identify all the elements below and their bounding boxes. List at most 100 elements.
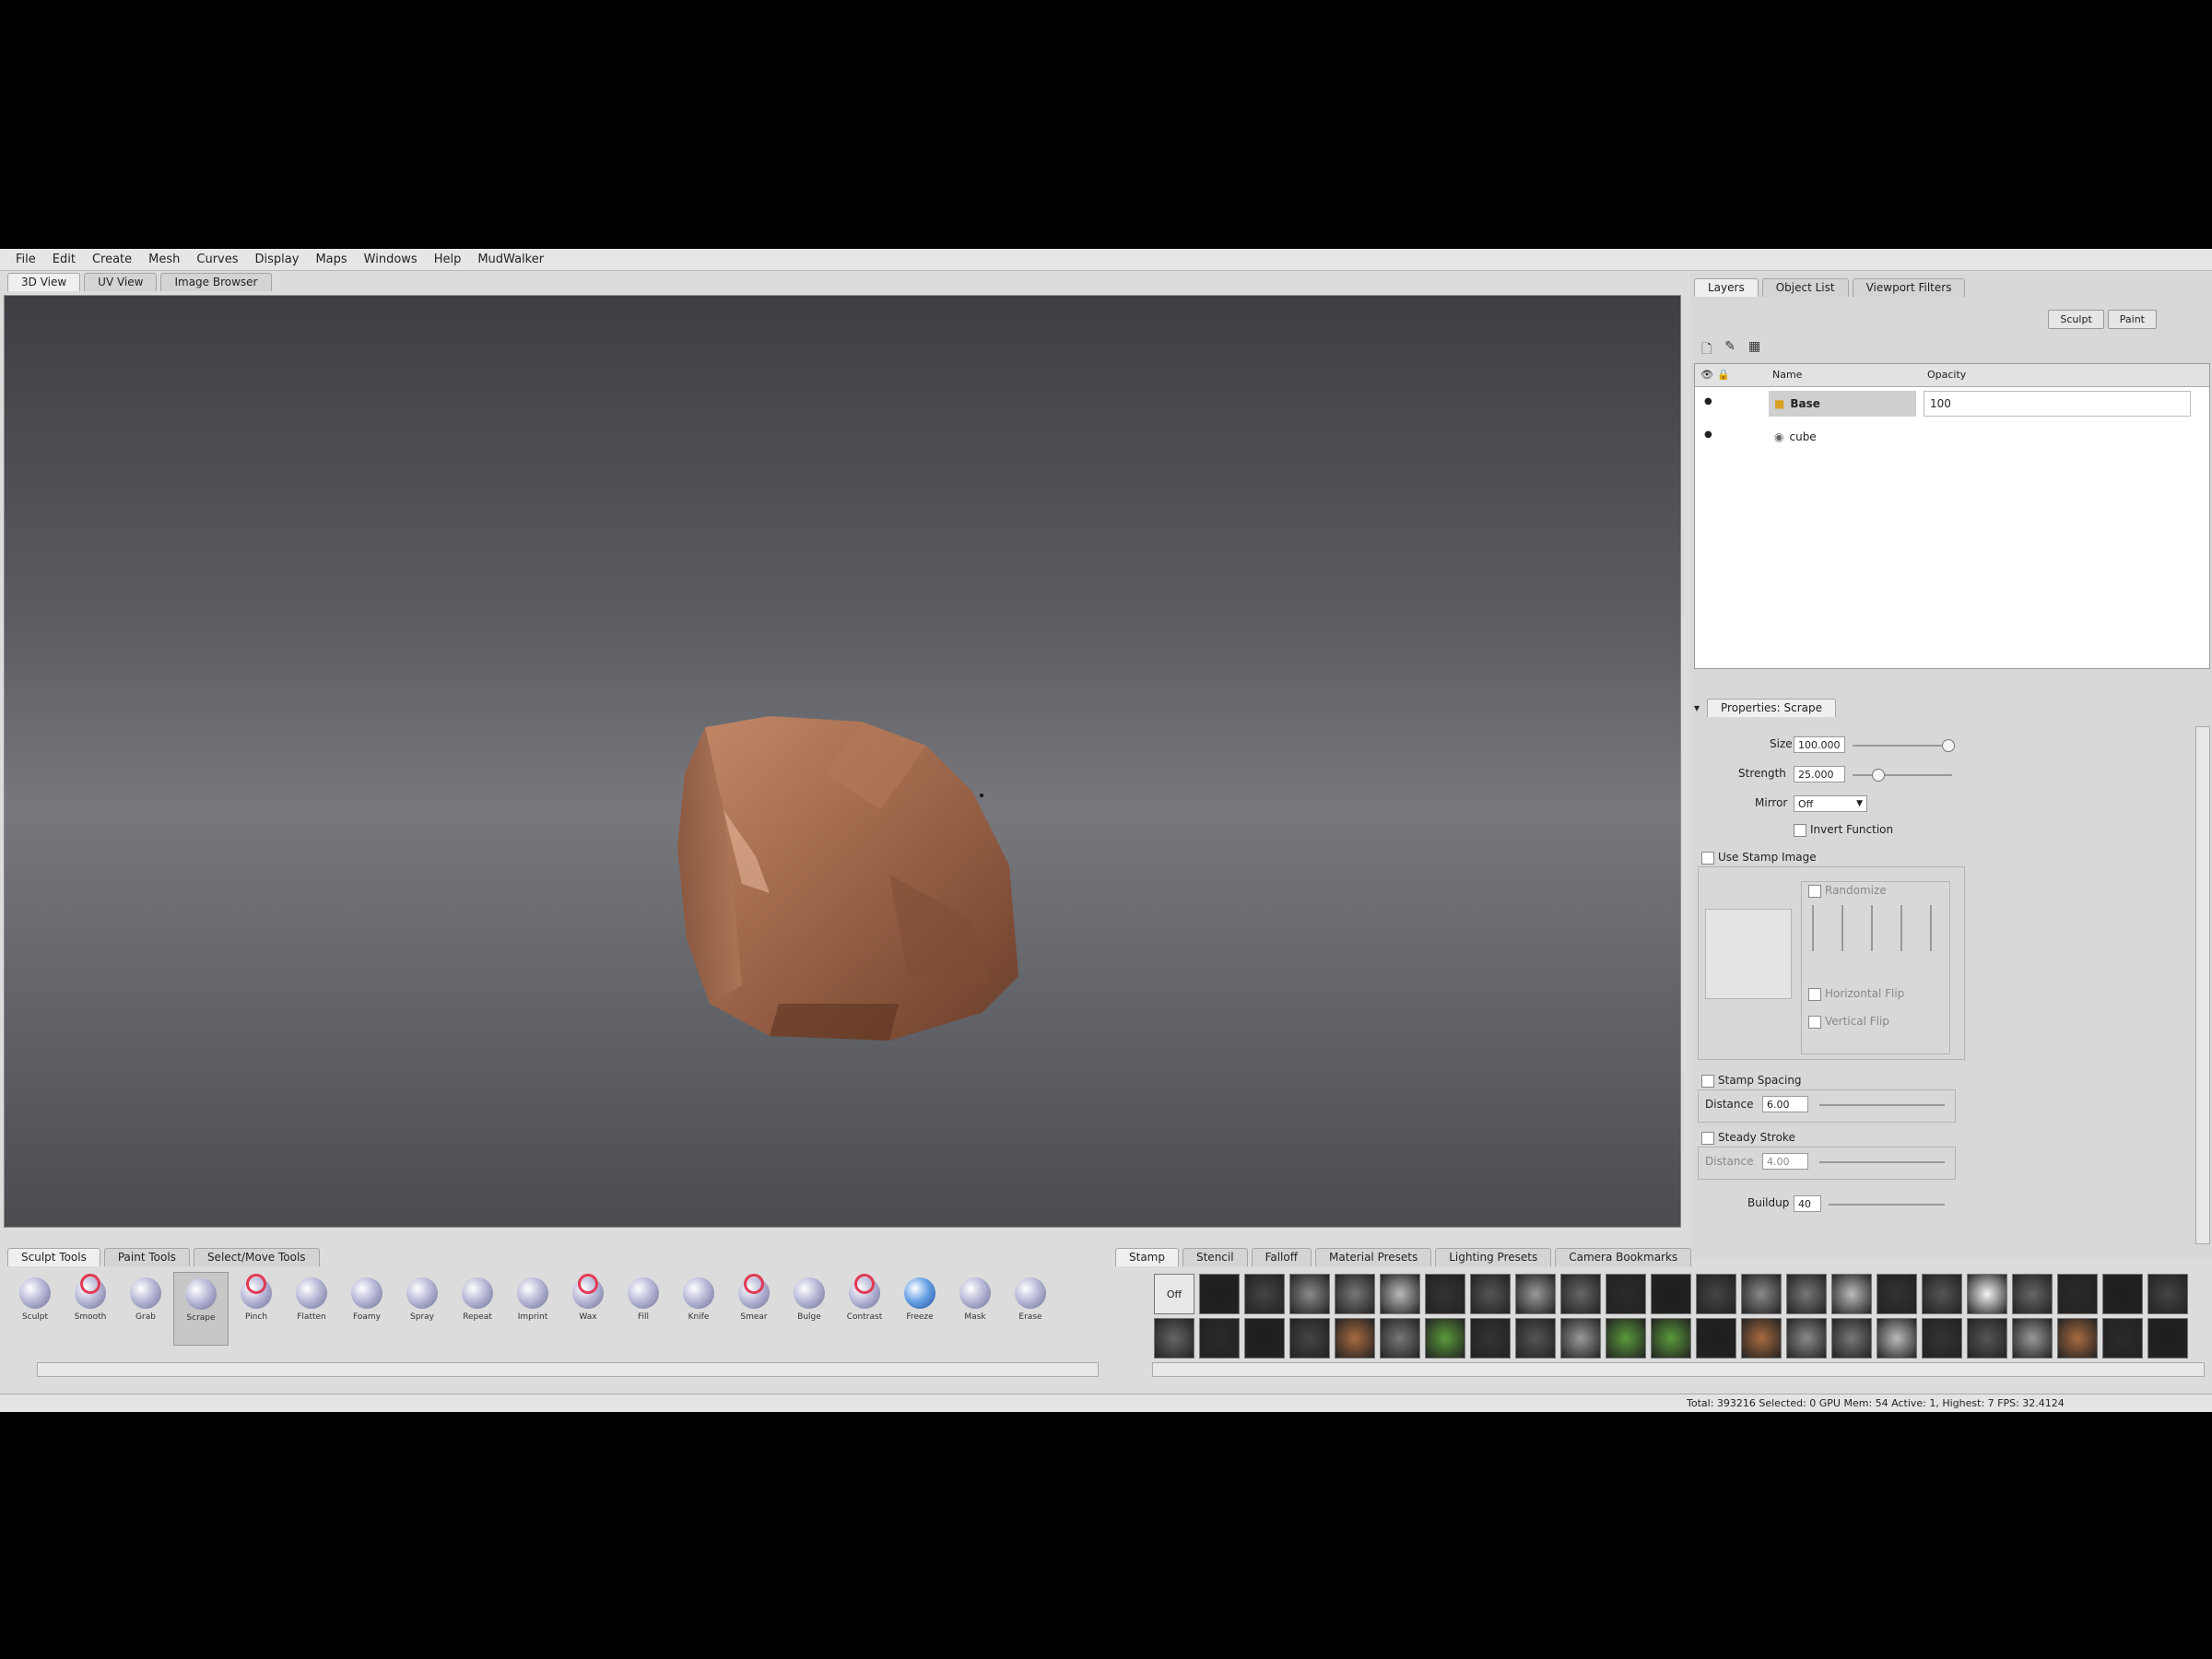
stamp-thumbnail[interactable] [1831, 1318, 1872, 1359]
stamp-thumbnail[interactable] [1244, 1318, 1285, 1359]
stamp-thumbnail[interactable] [2012, 1318, 2053, 1359]
stamp-tray-scrollbar[interactable] [1152, 1362, 2205, 1377]
tab-stamp[interactable]: Stamp [1115, 1248, 1179, 1266]
strength-field[interactable]: 25.000 [1794, 766, 1845, 782]
stamp-thumbnail[interactable] [1244, 1274, 1285, 1314]
tool-grab[interactable]: Grab [118, 1272, 173, 1346]
tab-material-presets[interactable]: Material Presets [1315, 1248, 1432, 1266]
tool-freeze[interactable]: Freeze [892, 1272, 947, 1346]
collapse-arrow-icon[interactable]: ▾ [1694, 701, 1700, 714]
stamp-thumbnail[interactable] [2057, 1318, 2098, 1359]
buildup-slider[interactable] [1829, 1204, 1945, 1206]
stamp-thumbnail[interactable] [1606, 1274, 1646, 1314]
menu-create[interactable]: Create [84, 253, 140, 266]
stamp-vslider-2[interactable] [1841, 905, 1843, 951]
stamp-thumbnail[interactable] [1877, 1274, 1917, 1314]
stamp-vslider-4[interactable] [1900, 905, 1902, 951]
stamp-thumbnail[interactable] [1696, 1274, 1736, 1314]
menu-mudwalker[interactable]: MudWalker [469, 253, 552, 266]
eye-icon[interactable]: ● [1704, 429, 1712, 440]
grid-icon[interactable]: ▦ [1748, 339, 1760, 361]
paint-layers-button[interactable]: Paint [2107, 310, 2157, 329]
tab-uv-view[interactable]: UV View [84, 273, 158, 291]
menu-windows[interactable]: Windows [356, 253, 426, 266]
stamp-thumbnail[interactable] [1741, 1274, 1782, 1314]
menu-display[interactable]: Display [247, 253, 308, 266]
stamp-thumbnail[interactable] [1199, 1274, 1240, 1314]
tool-flatten[interactable]: Flatten [284, 1272, 339, 1346]
stamp-thumbnail[interactable] [2057, 1274, 2098, 1314]
stamp-vslider-5[interactable] [1930, 905, 1932, 951]
tool-smooth[interactable]: Smooth [63, 1272, 118, 1346]
stamp-thumbnail[interactable] [1606, 1318, 1646, 1359]
invert-function-checkbox[interactable] [1794, 824, 1806, 837]
stamp-thumbnail[interactable] [2147, 1274, 2188, 1314]
tool-smear[interactable]: Smear [726, 1272, 782, 1346]
strength-slider-knob[interactable] [1872, 769, 1885, 782]
tool-spray[interactable]: Spray [394, 1272, 450, 1346]
tool-pinch[interactable]: Pinch [229, 1272, 284, 1346]
use-stamp-image-checkbox[interactable] [1701, 852, 1714, 865]
stamp-thumbnail[interactable] [1831, 1274, 1872, 1314]
tool-imprint[interactable]: Imprint [505, 1272, 560, 1346]
vertical-flip-checkbox[interactable] [1808, 1016, 1821, 1029]
menu-file[interactable]: File [7, 253, 44, 266]
horizontal-flip-checkbox[interactable] [1808, 988, 1821, 1001]
tab-paint-tools[interactable]: Paint Tools [103, 1248, 190, 1266]
layer-name-cell[interactable]: ■ Base [1769, 391, 1916, 417]
stamp-thumbnail[interactable] [1786, 1274, 1827, 1314]
stamp-thumbnail[interactable] [1425, 1318, 1465, 1359]
stamp-thumbnail[interactable] [1696, 1318, 1736, 1359]
stamp-thumbnail[interactable] [1922, 1318, 1962, 1359]
steady-stroke-checkbox[interactable] [1701, 1132, 1714, 1145]
tool-mask[interactable]: Mask [947, 1272, 1003, 1346]
stamp-thumbnail[interactable] [2102, 1274, 2143, 1314]
tool-contrast[interactable]: Contrast [837, 1272, 892, 1346]
new-layer-icon[interactable]: 🗋 [1701, 339, 1712, 361]
menu-help[interactable]: Help [426, 253, 470, 266]
stamp-thumbnail[interactable] [1877, 1318, 1917, 1359]
tab-image-browser[interactable]: Image Browser [160, 273, 272, 291]
layer-row[interactable]: ● ◉ cube [1695, 420, 2209, 453]
menu-maps[interactable]: Maps [307, 253, 355, 266]
tab-object-list[interactable]: Object List [1761, 278, 1849, 297]
tool-wax[interactable]: Wax [560, 1272, 616, 1346]
stamp-thumbnail[interactable] [1289, 1274, 1330, 1314]
tab-lighting-presets[interactable]: Lighting Presets [1435, 1248, 1552, 1266]
tool-scrape[interactable]: Scrape [173, 1272, 229, 1346]
size-slider[interactable] [1853, 745, 1952, 747]
tab-select-move-tools[interactable]: Select/Move Tools [193, 1248, 320, 1266]
eye-icon[interactable]: ● [1704, 396, 1712, 406]
tool-repeat[interactable]: Repeat [450, 1272, 505, 1346]
sculpt-layers-button[interactable]: Sculpt [2048, 310, 2104, 329]
tab-sculpt-tools[interactable]: Sculpt Tools [7, 1248, 100, 1266]
stamp-thumbnail[interactable] [1741, 1318, 1782, 1359]
layer-opacity-field[interactable]: 100 [1924, 391, 2191, 417]
rock-model[interactable] [668, 709, 1028, 1050]
tool-fill[interactable]: Fill [616, 1272, 671, 1346]
buildup-field[interactable]: 40 [1794, 1195, 1821, 1212]
stamp-thumbnail[interactable] [1967, 1274, 2007, 1314]
tab-falloff[interactable]: Falloff [1251, 1248, 1312, 1266]
tool-foamy[interactable]: Foamy [339, 1272, 394, 1346]
randomize-checkbox[interactable] [1808, 885, 1821, 898]
tab-3d-view[interactable]: 3D View [7, 273, 81, 291]
layer-name-cell[interactable]: ◉ cube [1769, 424, 1916, 450]
menu-curves[interactable]: Curves [188, 253, 246, 266]
stamp-spacing-checkbox[interactable] [1701, 1075, 1714, 1088]
stamp-thumbnail[interactable] [1560, 1318, 1601, 1359]
distance-field[interactable]: 6.00 [1762, 1096, 1808, 1112]
size-slider-knob[interactable] [1941, 739, 1955, 752]
tool-tray-scrollbar[interactable] [37, 1362, 1099, 1377]
tab-camera-bookmarks[interactable]: Camera Bookmarks [1555, 1248, 1692, 1266]
menu-edit[interactable]: Edit [44, 253, 84, 266]
stamp-thumbnail[interactable] [1470, 1318, 1511, 1359]
tool-sculpt[interactable]: Sculpt [7, 1272, 63, 1346]
tool-erase[interactable]: Erase [1003, 1272, 1058, 1346]
stamp-vslider-1[interactable] [1812, 905, 1814, 951]
brush-layer-icon[interactable]: ✎ [1724, 339, 1735, 361]
stamp-vslider-3[interactable] [1871, 905, 1873, 951]
stamp-thumbnail[interactable] [1922, 1274, 1962, 1314]
tab-layers[interactable]: Layers [1694, 278, 1759, 297]
menu-mesh[interactable]: Mesh [140, 253, 188, 266]
